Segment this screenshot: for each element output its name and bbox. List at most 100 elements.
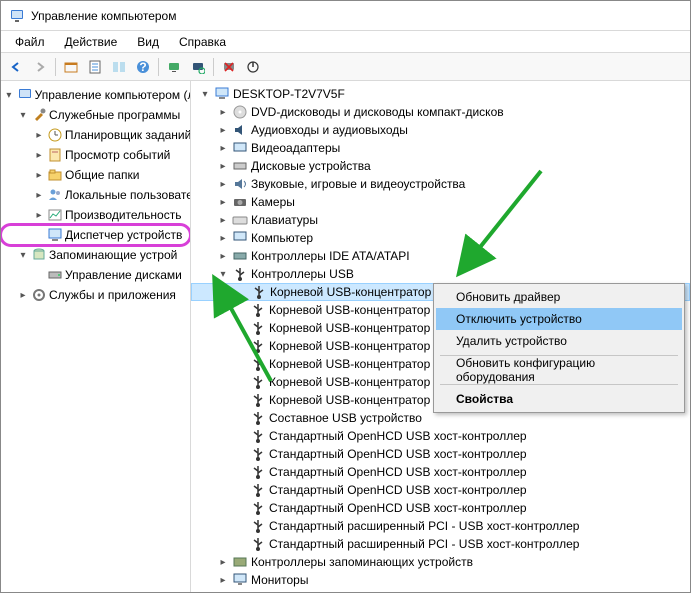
usb-device-item[interactable]: Стандартный OpenHCD USB хост-контроллер [191, 481, 690, 499]
computer-mgmt-icon [17, 87, 33, 103]
scan-hw-button[interactable] [187, 56, 209, 78]
usb-item-icon [250, 410, 266, 426]
left-tree[interactable]: ▾ Управление компьютером (л ▾ Служебные … [1, 81, 191, 592]
category-audio[interactable]: ▸Аудиовходы и аудиовыходы [191, 121, 690, 139]
category-monitors[interactable]: ▸Мониторы [191, 571, 690, 589]
label: Запоминающие устрой [49, 248, 177, 262]
scan-button[interactable] [163, 56, 185, 78]
label: Стандартный расширенный PCI - USB хост-к… [269, 537, 579, 551]
usb-item-icon [250, 302, 266, 318]
tree-system-tools[interactable]: ▾ Служебные программы [1, 105, 190, 125]
menu-file[interactable]: Файл [5, 33, 55, 51]
expand-icon[interactable]: ▸ [217, 143, 229, 154]
collapse-icon[interactable]: ▾ [199, 89, 211, 100]
expand-icon[interactable]: ▸ [217, 251, 229, 262]
show-hide-button[interactable] [60, 56, 82, 78]
expand-icon[interactable]: ▸ [217, 233, 229, 244]
tree-shared-folders[interactable]: ▸ Общие папки [1, 165, 190, 185]
tree-storage[interactable]: ▾ Запоминающие устрой [1, 245, 190, 265]
usb-device-item[interactable]: Стандартный OpenHCD USB хост-контроллер [191, 463, 690, 481]
tree-root[interactable]: ▾ Управление компьютером (л [1, 85, 190, 105]
device-root[interactable]: ▾ DESKTOP-T2V7V5F [191, 85, 690, 103]
collapse-icon[interactable]: ▾ [3, 90, 15, 101]
category-storage-ctrl[interactable]: ▸Контроллеры запоминающих устройств [191, 553, 690, 571]
expand-icon[interactable]: ▸ [217, 107, 229, 118]
tools-icon [31, 107, 47, 123]
label: Составное USB устройство [269, 411, 422, 425]
tree-root-label: Управление компьютером (л [35, 88, 190, 102]
collapse-icon[interactable]: ▾ [217, 269, 229, 280]
ctx-disable-device[interactable]: Отключить устройство [436, 308, 682, 330]
expand-icon[interactable]: ▸ [217, 215, 229, 226]
menu-action[interactable]: Действие [55, 33, 128, 51]
category-keyboards[interactable]: ▸Клавиатуры [191, 211, 690, 229]
usb-device-item[interactable]: Стандартный OpenHCD USB хост-контроллер [191, 499, 690, 517]
back-button[interactable] [5, 56, 27, 78]
expand-icon[interactable]: ▸ [217, 557, 229, 568]
toolbar: ? [1, 53, 690, 81]
properties-button[interactable] [84, 56, 106, 78]
category-ide[interactable]: ▸ Контроллеры IDE ATA/ATAPI [191, 247, 690, 265]
category-mice[interactable]: ▸Мыши и иные указывающие устройства [191, 589, 690, 592]
expand-icon[interactable]: ▸ [17, 290, 29, 301]
expand-icon[interactable]: ▸ [217, 575, 229, 586]
collapse-icon[interactable]: ▾ [17, 110, 29, 121]
expand-icon[interactable]: ▸ [33, 130, 45, 141]
menu-view[interactable]: Вид [127, 33, 169, 51]
usb-device-item[interactable]: Стандартный расширенный PCI - USB хост-к… [191, 535, 690, 553]
category-computer[interactable]: ▸Компьютер [191, 229, 690, 247]
tree-task-scheduler[interactable]: ▸ Планировщик заданий [1, 125, 190, 145]
category-usb[interactable]: ▾Контроллеры USB [191, 265, 690, 283]
category-dvd[interactable]: ▸DVD-дисководы и дисководы компакт-диско… [191, 103, 690, 121]
expand-icon[interactable]: ▸ [217, 179, 229, 190]
expand-icon[interactable]: ▸ [33, 190, 45, 201]
expand-icon[interactable]: ▸ [217, 125, 229, 136]
uninstall-button[interactable] [218, 56, 240, 78]
tree-event-viewer[interactable]: ▸ Просмотр событий [1, 145, 190, 165]
tree-disk-mgmt[interactable]: Управление дисками [1, 265, 190, 285]
expand-icon[interactable]: ▸ [217, 197, 229, 208]
expand-icon[interactable]: ▸ [33, 150, 45, 161]
label: Служебные программы [49, 108, 180, 122]
usb-item-icon [250, 320, 266, 336]
ctx-update-driver[interactable]: Обновить драйвер [436, 286, 682, 308]
titlebar: Управление компьютером [1, 1, 690, 31]
collapse-icon[interactable]: ▾ [17, 250, 29, 261]
ctx-scan-hardware[interactable]: Обновить конфигурацию оборудования [436, 359, 682, 381]
category-disks[interactable]: ▸Дисковые устройства [191, 157, 690, 175]
clock-icon [47, 127, 63, 143]
label: Корневой USB-концентратор [269, 357, 430, 371]
label: Видеоадаптеры [251, 141, 340, 155]
label: Корневой USB-концентратор [269, 303, 430, 317]
expand-icon[interactable]: ▸ [33, 170, 45, 181]
separator [158, 58, 159, 76]
category-video[interactable]: ▸ Видеоадаптеры [191, 139, 690, 157]
label: Контроллеры IDE ATA/ATAPI [251, 249, 410, 263]
tree-device-manager[interactable]: Диспетчер устройств [1, 225, 190, 245]
label: Локальные пользовате [65, 188, 190, 202]
tree-performance[interactable]: ▸ Производительность [1, 205, 190, 225]
usb-device-item[interactable]: Стандартный OpenHCD USB хост-контроллер [191, 445, 690, 463]
expand-icon[interactable]: ▸ [33, 210, 45, 221]
menu-help[interactable]: Справка [169, 33, 236, 51]
help-button[interactable]: ? [132, 56, 154, 78]
label: Стандартный расширенный PCI - USB хост-к… [269, 519, 579, 533]
category-cameras[interactable]: ▸Камеры [191, 193, 690, 211]
export-button[interactable] [108, 56, 130, 78]
usb-device-item[interactable]: Стандартный расширенный PCI - USB хост-к… [191, 517, 690, 535]
monitor-icon [232, 572, 248, 588]
ctx-uninstall-device[interactable]: Удалить устройство [436, 330, 682, 352]
ctx-properties[interactable]: Свойства [436, 388, 682, 410]
label: Диспетчер устройств [65, 228, 182, 242]
forward-button[interactable] [29, 56, 51, 78]
category-game[interactable]: ▸Звуковые, игровые и видеоустройства [191, 175, 690, 193]
usb-item-icon [250, 356, 266, 372]
app-icon [9, 8, 25, 24]
tree-local-users[interactable]: ▸ Локальные пользовате [1, 185, 190, 205]
expand-icon[interactable]: ▸ [217, 161, 229, 172]
usb-item-icon [250, 464, 266, 480]
enable-button[interactable] [242, 56, 264, 78]
usb-device-item[interactable]: Стандартный OpenHCD USB хост-контроллер [191, 427, 690, 445]
tree-services[interactable]: ▸ Службы и приложения [1, 285, 190, 305]
label: Корневой USB-концентратор [269, 375, 430, 389]
